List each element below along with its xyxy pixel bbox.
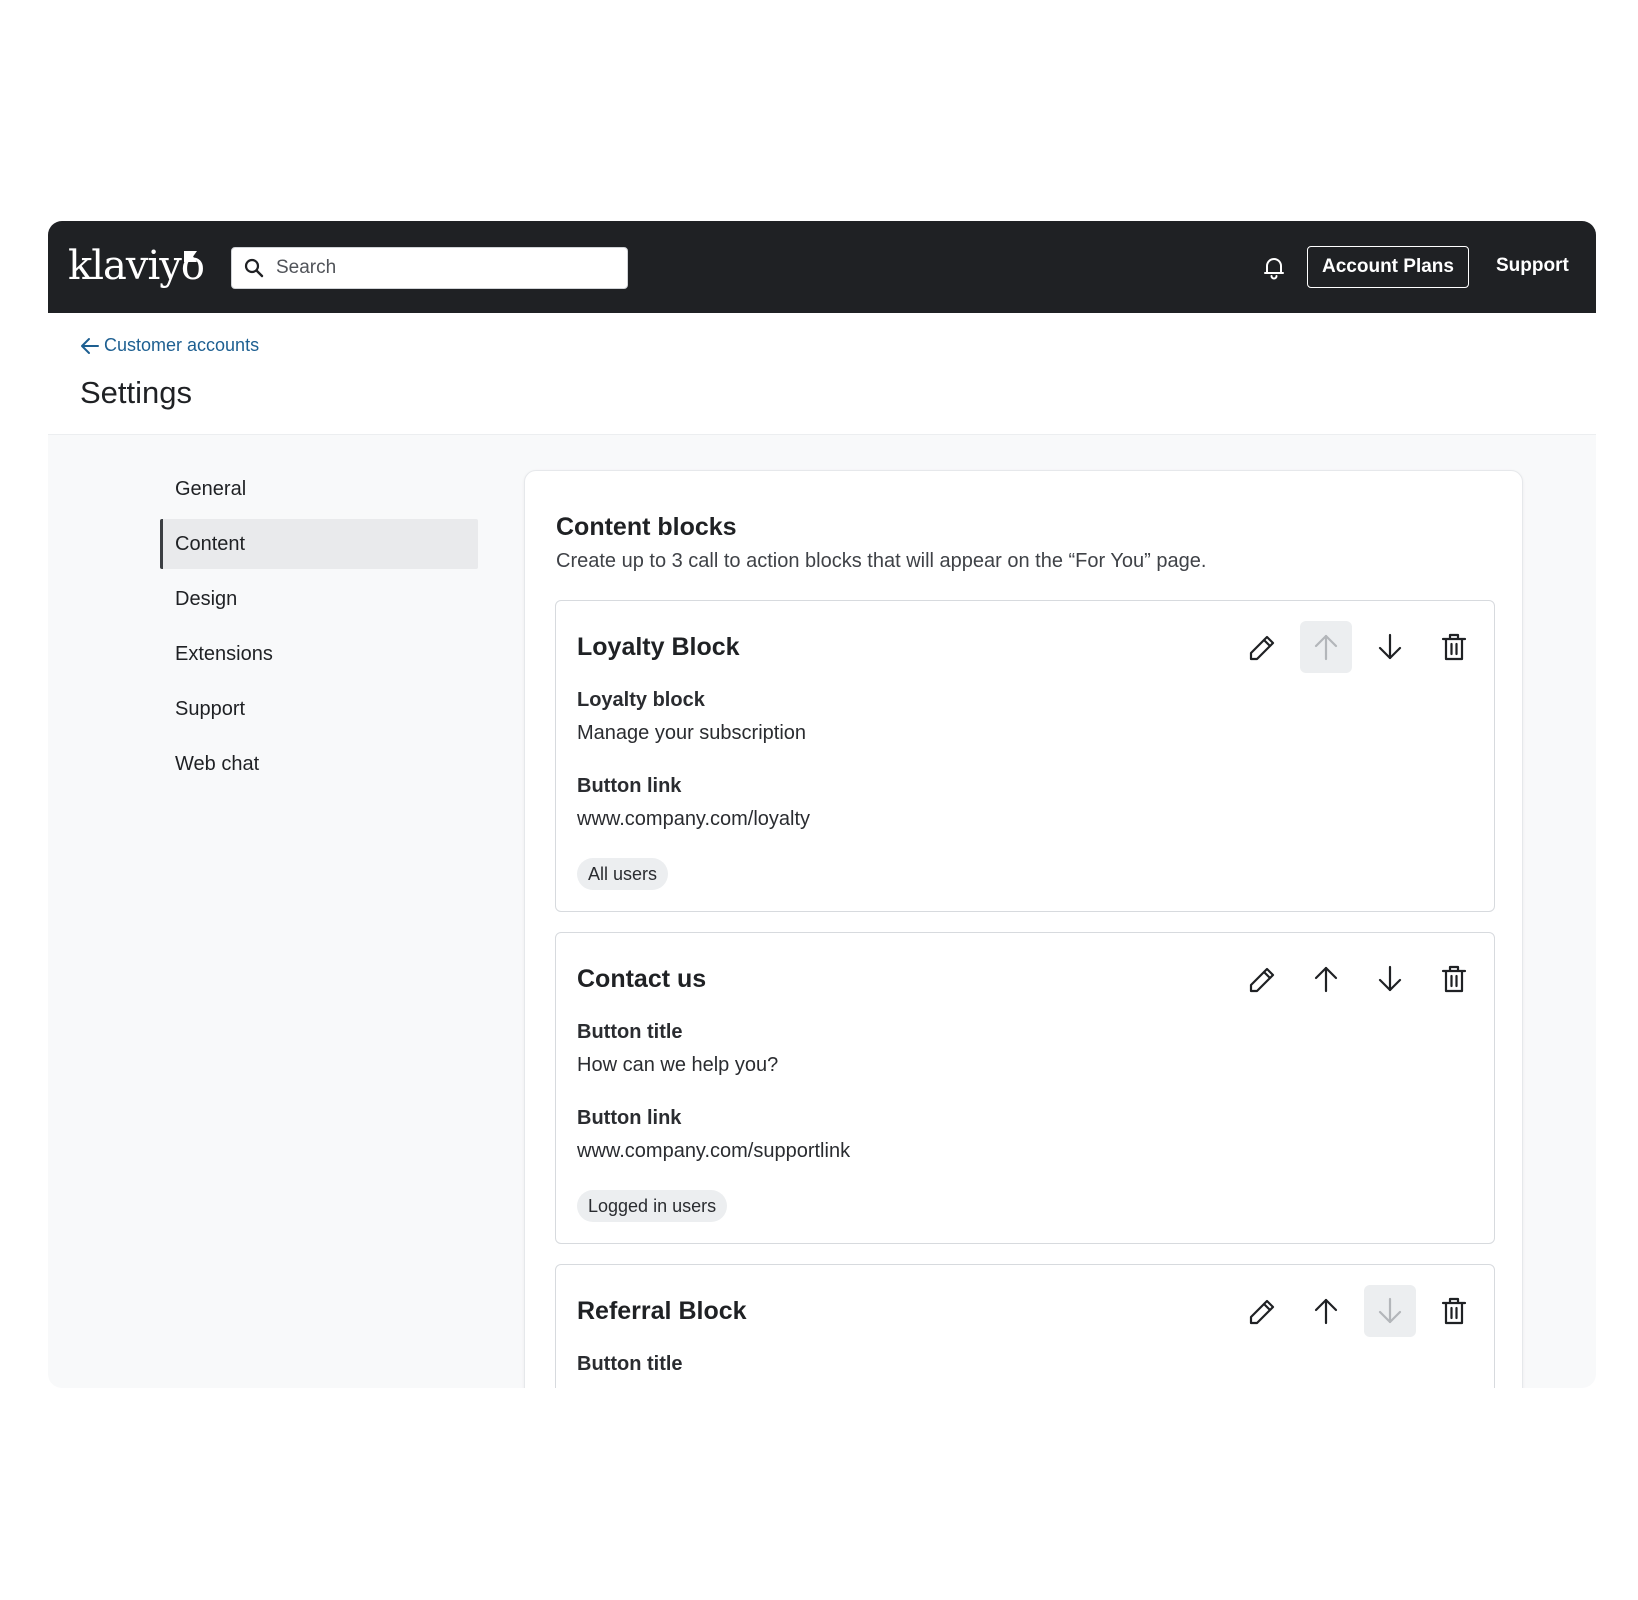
pencil-icon: [1249, 967, 1275, 993]
sidebar-item-web-chat[interactable]: Web chat: [160, 739, 478, 789]
edit-button[interactable]: [1236, 953, 1288, 1005]
content-block: Contact us Button title How can we help …: [555, 932, 1495, 1244]
support-link[interactable]: Support: [1496, 255, 1569, 277]
block-title: Referral Block: [577, 1297, 747, 1325]
field-value: How can we help you?: [577, 1054, 779, 1076]
arrow-up-icon: [1314, 966, 1338, 993]
field-value: www.company.com/supportlink: [577, 1140, 851, 1162]
page-title: Settings: [80, 375, 193, 410]
pencil-icon: [1249, 635, 1275, 661]
block-actions: [1236, 953, 1492, 1005]
top-navigation-bar: klaviyo Account Plans Support: [48, 221, 1596, 313]
notifications-bell-icon[interactable]: [1261, 255, 1287, 281]
account-plans-button[interactable]: Account Plans: [1307, 246, 1469, 288]
edit-button[interactable]: [1236, 1285, 1288, 1337]
block-actions: [1236, 621, 1492, 673]
breadcrumb-label: Customer accounts: [104, 335, 260, 355]
trash-icon: [1441, 633, 1467, 661]
move-down-button[interactable]: [1364, 621, 1416, 673]
card-description: Create up to 3 call to action blocks tha…: [556, 550, 1207, 572]
arrow-left-icon: [81, 337, 99, 354]
arrow-down-icon: [1378, 1297, 1402, 1324]
content-block: Referral Block Button title: [555, 1264, 1495, 1388]
search-box[interactable]: [231, 247, 628, 289]
field-label: Button title: [577, 1021, 683, 1043]
move-up-button[interactable]: [1300, 953, 1352, 1005]
page-header: Customer accounts Settings: [48, 313, 1596, 435]
sidebar-item-support[interactable]: Support: [160, 684, 478, 734]
arrow-down-icon: [1378, 965, 1402, 992]
field-label: Button title: [577, 1353, 683, 1375]
arrow-down-icon: [1378, 633, 1402, 660]
move-up-button[interactable]: [1300, 621, 1352, 673]
breadcrumb-back-link[interactable]: Customer accounts: [80, 335, 259, 356]
settings-sidebar: General Content Design Extensions Suppor…: [160, 464, 478, 794]
audience-tag: All users: [577, 858, 669, 890]
field-label: Button link: [577, 1107, 682, 1129]
edit-button[interactable]: [1236, 621, 1288, 673]
app-window: klaviyo Account Plans Support C: [48, 221, 1596, 1388]
trash-icon: [1441, 965, 1467, 993]
arrow-up-icon: [1314, 1298, 1338, 1325]
content-block: Loyalty Block Loyalty block Manage your …: [555, 600, 1495, 912]
sidebar-item-content[interactable]: Content: [160, 519, 478, 569]
delete-button[interactable]: [1428, 621, 1480, 673]
move-down-button[interactable]: [1364, 953, 1416, 1005]
delete-button[interactable]: [1428, 1285, 1480, 1337]
field-label: Loyalty block: [577, 689, 705, 711]
field-label: Button link: [577, 775, 682, 797]
arrow-up-icon: [1314, 634, 1338, 661]
card-title: Content blocks: [556, 513, 737, 541]
block-title: Loyalty Block: [577, 633, 740, 661]
sidebar-item-general[interactable]: General: [160, 464, 478, 514]
block-actions: [1236, 1285, 1492, 1337]
trash-icon: [1441, 1297, 1467, 1325]
audience-tag: Logged in users: [577, 1190, 728, 1222]
move-up-button[interactable]: [1300, 1285, 1352, 1337]
sidebar-item-design[interactable]: Design: [160, 574, 478, 624]
field-value: Manage your subscription: [577, 722, 807, 744]
pencil-icon: [1249, 1299, 1275, 1325]
search-icon: [244, 258, 264, 278]
klaviyo-logo[interactable]: klaviyo: [68, 243, 205, 289]
block-title: Contact us: [577, 965, 707, 993]
search-input[interactable]: [276, 257, 596, 279]
move-down-button[interactable]: [1364, 1285, 1416, 1337]
content-blocks-card: Content blocks Create up to 3 call to ac…: [524, 470, 1523, 1388]
sidebar-item-extensions[interactable]: Extensions: [160, 629, 478, 679]
field-value: www.company.com/loyalty: [577, 808, 811, 830]
delete-button[interactable]: [1428, 953, 1480, 1005]
